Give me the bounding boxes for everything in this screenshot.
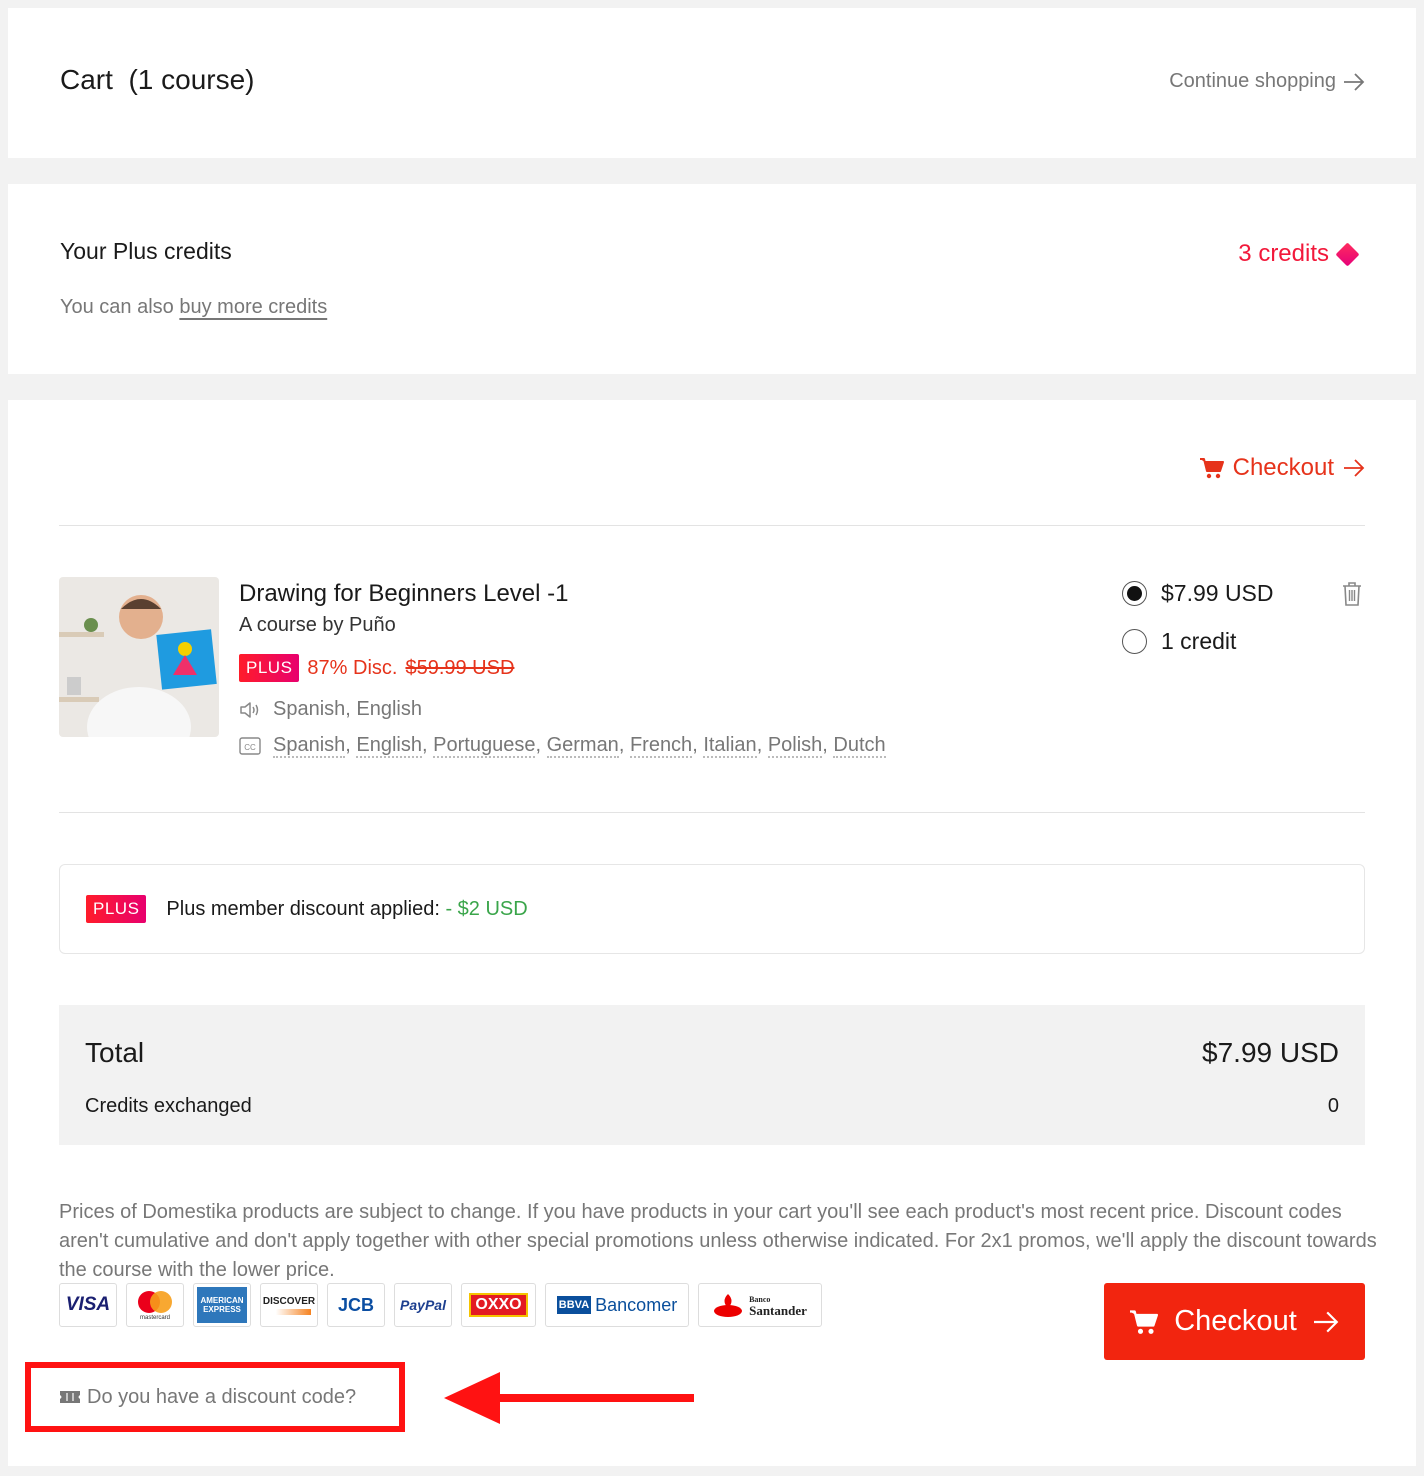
subtitle-language[interactable]: Polish	[767, 734, 823, 758]
santander-flame-icon	[714, 1294, 743, 1317]
plus-discount-label: Plus member discount applied:	[166, 897, 440, 920]
audio-languages: Spanish, English	[273, 698, 422, 720]
subtitle-language[interactable]: Italian	[703, 734, 757, 758]
cart-main-card: Checkout Drawing for Beginners Level -1 …	[8, 400, 1416, 1466]
buy-more-credits-link[interactable]: buy more credits	[179, 296, 327, 318]
divider	[59, 812, 1365, 813]
course-author: A course by Puño	[239, 614, 396, 636]
subtitle-languages: Spanish, English, Portuguese, German, Fr…	[273, 734, 886, 758]
audio-languages-row: Spanish, English	[239, 698, 422, 721]
discover-logo: DISCOVER	[260, 1283, 318, 1327]
oxxo-logo: OXXO	[461, 1283, 536, 1327]
discount-code-label: Do you have a discount code?	[87, 1385, 357, 1408]
course-thumbnail[interactable]	[59, 577, 219, 737]
trash-icon[interactable]	[1341, 581, 1363, 607]
divider	[59, 525, 1365, 526]
paypal-logo: PayPal	[394, 1283, 452, 1327]
diamond-icon	[1335, 241, 1360, 267]
subtitle-language[interactable]: Dutch	[833, 734, 886, 758]
cart-icon	[1130, 1309, 1159, 1334]
discover-label: DISCOVER	[262, 1295, 316, 1307]
pay-with-money-option[interactable]: $7.99 USD	[1122, 580, 1274, 607]
plus-discount-box: PLUS Plus member discount applied: - $2 …	[59, 864, 1365, 954]
credits-count: 3 credits	[1238, 240, 1360, 268]
svg-text:CC: CC	[244, 743, 256, 752]
cart-header-card: Cart (1 course) Continue shopping	[8, 8, 1416, 158]
speaker-icon	[240, 701, 259, 718]
bancomer-label: Bancomer	[595, 1294, 678, 1315]
plus-credits-subtitle: You can also buy more credits	[60, 296, 327, 319]
annotation-arrow-icon	[444, 1372, 694, 1424]
mastercard-label: mastercard	[139, 1314, 170, 1321]
credits-exchanged-label: Credits exchanged	[85, 1095, 252, 1117]
discount-code-link[interactable]: Do you have a discount code?	[25, 1362, 405, 1432]
mastercard-logo: mastercard	[126, 1283, 184, 1327]
payment-logos: VISA mastercard AMERICAN EXPRESS DISCOVE…	[59, 1283, 822, 1327]
oxxo-label: OXXO	[469, 1293, 528, 1317]
arrow-right-icon	[1344, 459, 1365, 477]
subtitle-language[interactable]: Portuguese	[433, 734, 536, 758]
checkout-button-label: Checkout	[1174, 1305, 1297, 1337]
amex-logo: AMERICAN EXPRESS	[193, 1283, 251, 1327]
checkout-button[interactable]: Checkout	[1104, 1283, 1365, 1360]
continue-shopping-label: Continue shopping	[1169, 70, 1336, 92]
plus-credits-title: Your Plus credits	[60, 238, 232, 264]
plus-credits-card: Your Plus credits You can also buy more …	[8, 184, 1416, 374]
plus-credits-sub-prefix: You can also	[60, 296, 180, 318]
course-title[interactable]: Drawing for Beginners Level -1	[239, 580, 569, 608]
pay-with-credit-label: 1 credit	[1161, 628, 1237, 654]
subtitle-languages-row: CC Spanish, English, Portuguese, German,…	[239, 734, 886, 758]
total-label: Total	[85, 1037, 145, 1068]
checkout-top-label: Checkout	[1232, 454, 1334, 481]
closed-captions-icon: CC	[239, 736, 261, 755]
course-old-price: $59.99 USD	[405, 656, 515, 679]
pay-with-credit-option[interactable]: 1 credit	[1122, 628, 1236, 655]
course-discount: 87% Disc.	[307, 656, 398, 679]
visa-logo: VISA	[59, 1283, 117, 1327]
subtitle-language[interactable]: German	[546, 734, 619, 758]
continue-shopping-link[interactable]: Continue shopping	[1169, 70, 1366, 93]
pay-with-money-label: $7.99 USD	[1161, 580, 1274, 606]
ticket-icon	[60, 1391, 80, 1403]
plus-badge: PLUS	[86, 895, 147, 923]
price-disclaimer: Prices of Domestika products are subject…	[59, 1201, 1377, 1281]
santander-label: Santander	[749, 1303, 807, 1318]
santander-logo: Banco Santander	[698, 1283, 822, 1327]
arrow-right-icon	[1344, 72, 1365, 91]
amex-label: AMERICAN EXPRESS	[197, 1287, 247, 1323]
plus-discount-text: Plus member discount applied: - $2 USD	[166, 898, 527, 921]
checkout-top-link[interactable]: Checkout	[1199, 454, 1366, 482]
course-price-row: PLUS 87% Disc. $59.99 USD	[239, 654, 514, 682]
course-thumbnail-image	[59, 577, 219, 737]
pay-with-credit-radio[interactable]	[1122, 629, 1147, 654]
plus-discount-amount: - $2 USD	[445, 897, 528, 920]
arrow-right-icon	[1313, 1311, 1339, 1332]
bbva-bancomer-logo: BBVA Bancomer	[545, 1283, 689, 1327]
santander-text: Banco Santander	[749, 1294, 807, 1318]
total-value: $7.99 USD	[1202, 1037, 1339, 1068]
credits-count-label: 3 credits	[1238, 240, 1329, 267]
mastercard-circles-icon	[138, 1290, 172, 1313]
plus-badge: PLUS	[239, 654, 300, 682]
pay-with-money-radio[interactable]	[1122, 581, 1147, 606]
bbva-label: BBVA	[556, 1296, 592, 1314]
subtitle-language[interactable]: English	[356, 734, 423, 758]
page-title: Cart (1 course)	[60, 64, 255, 95]
total-box: Total $7.99 USD Credits exchanged 0	[59, 1005, 1365, 1145]
discover-stripe	[267, 1308, 311, 1315]
credits-exchanged-value: 0	[1327, 1095, 1339, 1117]
subtitle-language[interactable]: French	[629, 734, 693, 758]
subtitle-language[interactable]: Spanish	[273, 734, 346, 758]
cart-icon	[1199, 458, 1224, 479]
jcb-logo: JCB	[327, 1283, 385, 1327]
